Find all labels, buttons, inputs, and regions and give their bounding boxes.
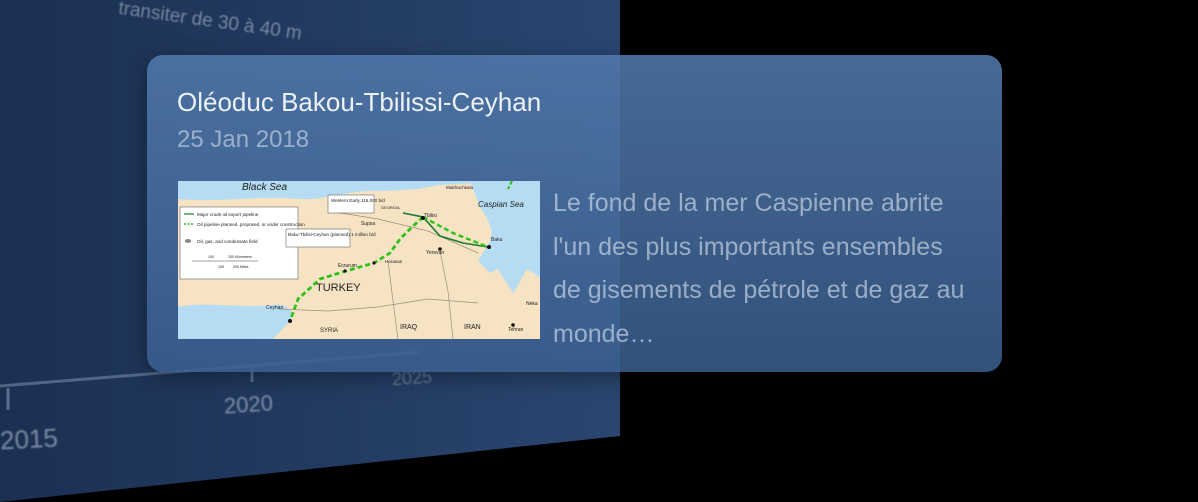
label-iraq: IRAQ <box>400 324 418 331</box>
label-baku: Baku <box>491 237 503 243</box>
article-card[interactable]: Oléoduc Bakou-Tbilissi-Ceyhan 25 Jan 201… <box>147 55 1002 372</box>
pipeline-map: Major crude oil export pipeline Oil pipe… <box>178 181 540 339</box>
scale-km-100: 100 <box>208 255 214 259</box>
label-black-sea: Black Sea <box>242 182 287 193</box>
legend-existing: Major crude oil export pipeline <box>197 212 259 217</box>
scale-km-200: 200 Kilometers <box>228 255 252 259</box>
label-supsa: Supsa <box>361 221 375 227</box>
label-makhachkala: Makhachkala <box>446 185 474 190</box>
callout-western-early: Western Early 115,000 b/d <box>331 198 385 203</box>
label-erzurum: Erzurum <box>338 263 357 269</box>
scale-mi-200: 200 Miles <box>233 265 249 269</box>
article-title: Oléoduc Bakou-Tbilissi-Ceyhan <box>177 87 542 117</box>
label-iran: IRAN <box>464 324 481 331</box>
legend-field: Oil, gas, and condensate field <box>197 239 258 244</box>
label-tbilisi: Tbilisi <box>424 213 437 219</box>
axis-tick-2015: 2015 <box>0 422 59 456</box>
label-yerevan: Yerevan <box>426 250 444 256</box>
label-caspian-sea: Caspian Sea <box>478 200 524 209</box>
legend-planned: Oil pipeline planned, proposed, or under… <box>197 222 305 227</box>
article-excerpt: Le fond de la mer Caspienne abrite l'un … <box>553 189 965 348</box>
article-map-image: Major crude oil export pipeline Oil pipe… <box>178 181 540 339</box>
label-georgia: GEORGIA <box>381 205 400 210</box>
label-turkey: TURKEY <box>316 282 361 294</box>
axis-tick-2020: 2020 <box>223 390 274 419</box>
article-date: 25 Jan 2018 <box>177 126 310 153</box>
label-horasan: Horasan <box>385 259 403 264</box>
label-ceyhan: Ceyhan <box>266 305 283 311</box>
label-tehran: Tehran <box>508 327 524 333</box>
callout-btc: Baku-Tbilisi-Ceyhan (planned) 1 million … <box>288 232 376 237</box>
label-syria: SYRIA <box>320 328 338 334</box>
label-neka: Neka <box>526 301 538 307</box>
scale-mi-100: 100 <box>218 265 224 269</box>
